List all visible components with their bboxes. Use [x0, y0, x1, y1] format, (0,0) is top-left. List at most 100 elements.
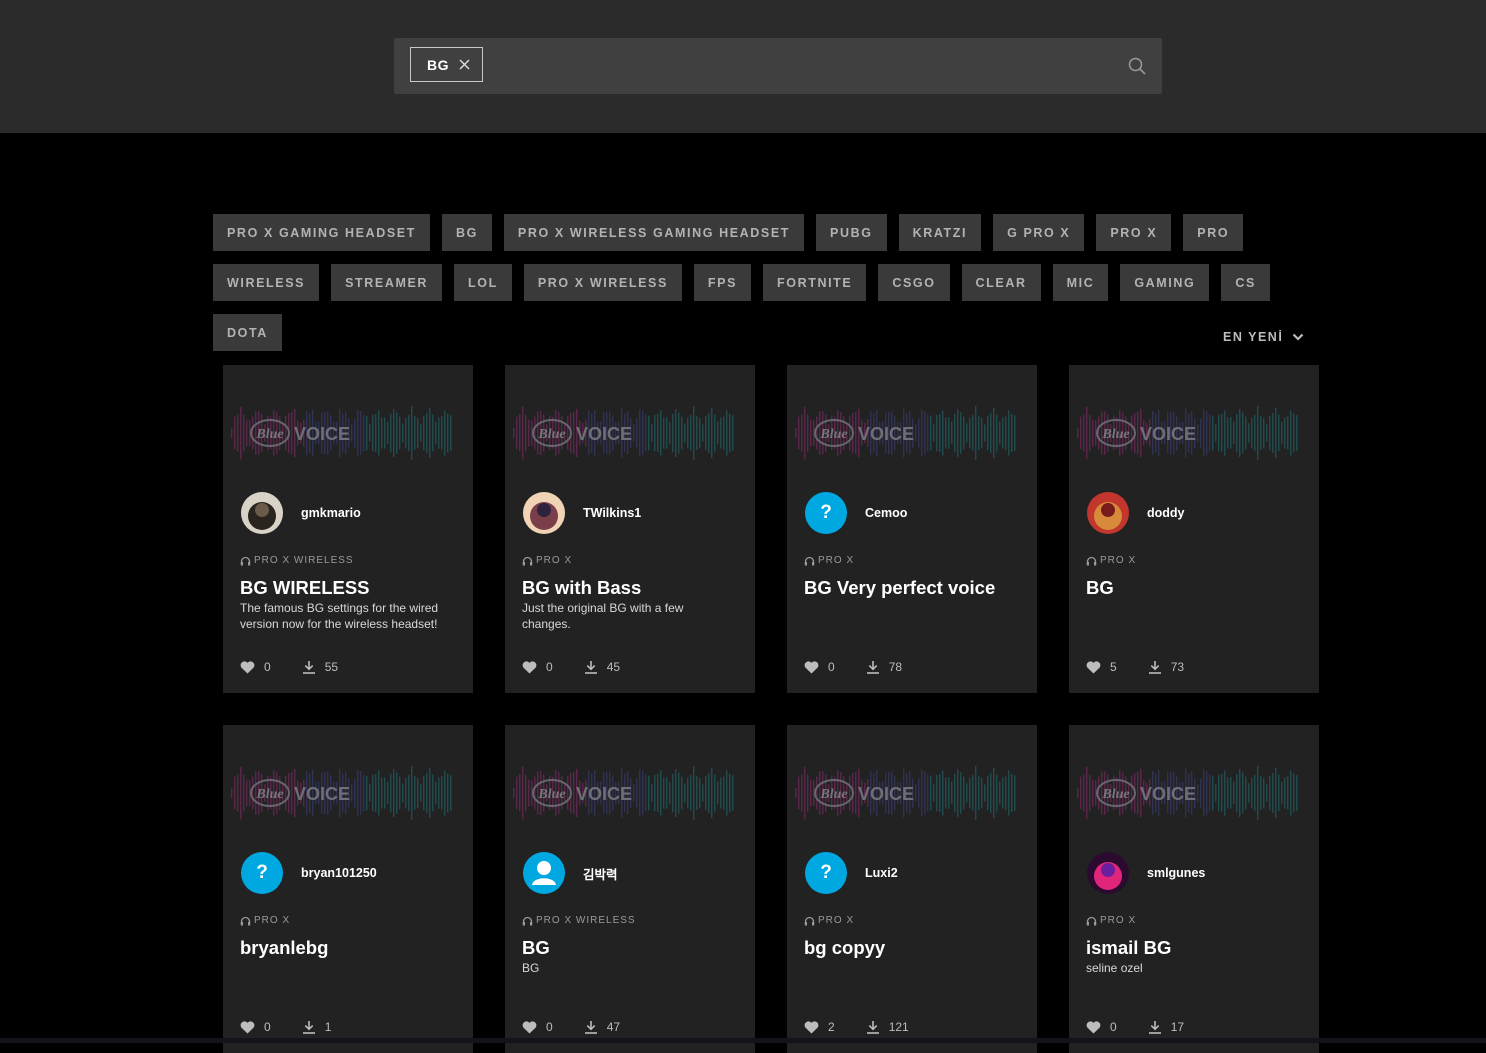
- preset-title[interactable]: BG with Bass: [522, 577, 742, 599]
- username[interactable]: 김박력: [583, 864, 618, 883]
- card-author[interactable]: gmkmario: [241, 492, 361, 534]
- download-icon[interactable]: [1148, 1020, 1162, 1034]
- close-icon[interactable]: [459, 59, 470, 70]
- card-author[interactable]: ? Luxi2: [805, 852, 898, 894]
- username[interactable]: bryan101250: [301, 866, 377, 880]
- likes[interactable]: 0: [804, 660, 835, 674]
- heart-icon[interactable]: [804, 1020, 819, 1034]
- downloads[interactable]: 73: [1148, 660, 1184, 674]
- username[interactable]: TWilkins1: [583, 506, 641, 520]
- download-icon[interactable]: [866, 660, 880, 674]
- download-icon[interactable]: [584, 1020, 598, 1034]
- username[interactable]: Cemoo: [865, 506, 907, 520]
- likes[interactable]: 0: [240, 1020, 271, 1034]
- tag-button[interactable]: PRO X WIRELESS GAMING HEADSET: [503, 214, 805, 251]
- download-icon[interactable]: [866, 1020, 880, 1034]
- avatar[interactable]: ?: [805, 852, 847, 894]
- tag-button[interactable]: G PRO X: [993, 214, 1085, 251]
- username[interactable]: Luxi2: [865, 866, 898, 880]
- likes[interactable]: 0: [522, 660, 553, 674]
- downloads[interactable]: 47: [584, 1020, 620, 1034]
- tag-button[interactable]: CS: [1221, 264, 1270, 301]
- heart-icon[interactable]: [240, 660, 255, 674]
- likes[interactable]: 0: [240, 660, 271, 674]
- heart-icon[interactable]: [804, 660, 819, 674]
- tag-button[interactable]: PRO X: [1096, 214, 1172, 251]
- preset-title[interactable]: BG Very perfect voice: [804, 577, 1024, 599]
- downloads[interactable]: 17: [1148, 1020, 1184, 1034]
- tag-button[interactable]: PRO X WIRELESS: [523, 264, 682, 301]
- downloads[interactable]: 121: [866, 1020, 909, 1034]
- downloads[interactable]: 78: [866, 660, 902, 674]
- sort-dropdown[interactable]: EN YENİ: [1223, 330, 1304, 344]
- tag-button[interactable]: BG: [441, 214, 492, 251]
- likes[interactable]: 5: [1086, 660, 1117, 674]
- avatar[interactable]: [241, 492, 283, 534]
- preset-title[interactable]: ismail BG: [1086, 937, 1306, 959]
- downloads-count: 45: [606, 660, 621, 674]
- tag-button[interactable]: FPS: [693, 264, 752, 301]
- likes[interactable]: 0: [1086, 1020, 1117, 1034]
- tag-button[interactable]: WIRELESS: [213, 264, 320, 301]
- search-filter-chip[interactable]: BG: [410, 47, 483, 82]
- preset-title[interactable]: BG WIRELESS: [240, 577, 460, 599]
- card-author[interactable]: ? Cemoo: [805, 492, 907, 534]
- card-author[interactable]: smlgunes: [1087, 852, 1205, 894]
- avatar[interactable]: [1087, 852, 1129, 894]
- tag-button[interactable]: PRO: [1183, 214, 1244, 251]
- search-icon[interactable]: [1128, 57, 1146, 75]
- card-author[interactable]: TWilkins1: [523, 492, 641, 534]
- heart-icon[interactable]: [1086, 660, 1101, 674]
- tag-button[interactable]: KRATZI: [898, 214, 982, 251]
- download-icon[interactable]: [302, 660, 316, 674]
- preset-title[interactable]: bg copyy: [804, 937, 1024, 959]
- preset-card[interactable]: Blue VOICE ? Cemoo PRO X BG Very perfect…: [787, 365, 1037, 693]
- download-icon[interactable]: [1148, 660, 1162, 674]
- preset-card[interactable]: Blue VOICE gmkmario PRO X WIRELESS BG WI…: [223, 365, 473, 693]
- preset-title[interactable]: bryanlebg: [240, 937, 460, 959]
- search-bar[interactable]: BG: [394, 38, 1162, 94]
- tag-button[interactable]: MIC: [1052, 264, 1109, 301]
- tag-button[interactable]: PUBG: [816, 214, 887, 251]
- tag-button[interactable]: DOTA: [213, 314, 282, 351]
- download-icon[interactable]: [302, 1020, 316, 1034]
- preset-title[interactable]: BG: [1086, 577, 1306, 599]
- downloads[interactable]: 55: [302, 660, 338, 674]
- tag-button[interactable]: CLEAR: [961, 264, 1041, 301]
- avatar[interactable]: [523, 492, 565, 534]
- tag-button[interactable]: CSGO: [878, 264, 950, 301]
- downloads[interactable]: 1: [302, 1020, 331, 1034]
- preset-card[interactable]: Blue VOICE 김박력 PRO X WIRELESS BG BG 0 47: [505, 725, 755, 1053]
- preset-card[interactable]: Blue VOICE smlgunes PRO X ismail BG seli…: [1069, 725, 1319, 1053]
- likes[interactable]: 0: [522, 1020, 553, 1034]
- card-author[interactable]: ? bryan101250: [241, 852, 377, 894]
- waveform-bar: [384, 417, 386, 449]
- username[interactable]: smlgunes: [1147, 866, 1205, 880]
- preset-card[interactable]: Blue VOICE ? Luxi2 PRO X bg copyy 2 121: [787, 725, 1037, 1053]
- preset-card[interactable]: Blue VOICE ? bryan101250 PRO X bryanlebg…: [223, 725, 473, 1053]
- avatar[interactable]: [1087, 492, 1129, 534]
- heart-icon[interactable]: [522, 1020, 537, 1034]
- avatar[interactable]: ?: [805, 492, 847, 534]
- tag-button[interactable]: LOL: [454, 264, 512, 301]
- preset-card[interactable]: Blue VOICE doddy PRO X BG 5 73: [1069, 365, 1319, 693]
- username[interactable]: gmkmario: [301, 506, 361, 520]
- waveform-bar: [1242, 772, 1244, 814]
- card-author[interactable]: 김박력: [523, 852, 618, 894]
- avatar[interactable]: ?: [241, 852, 283, 894]
- username[interactable]: doddy: [1147, 506, 1185, 520]
- tag-button[interactable]: GAMING: [1120, 264, 1210, 301]
- heart-icon[interactable]: [240, 1020, 255, 1034]
- tag-button[interactable]: STREAMER: [331, 264, 443, 301]
- heart-icon[interactable]: [1086, 1020, 1101, 1034]
- tag-button[interactable]: FORTNITE: [763, 264, 867, 301]
- tag-button[interactable]: PRO X GAMING HEADSET: [213, 214, 430, 251]
- download-icon[interactable]: [584, 660, 598, 674]
- heart-icon[interactable]: [522, 660, 537, 674]
- likes[interactable]: 2: [804, 1020, 835, 1034]
- downloads[interactable]: 45: [584, 660, 620, 674]
- card-author[interactable]: doddy: [1087, 492, 1185, 534]
- preset-card[interactable]: Blue VOICE TWilkins1 PRO X BG with Bass …: [505, 365, 755, 693]
- avatar[interactable]: [523, 852, 565, 894]
- preset-title[interactable]: BG: [522, 937, 742, 959]
